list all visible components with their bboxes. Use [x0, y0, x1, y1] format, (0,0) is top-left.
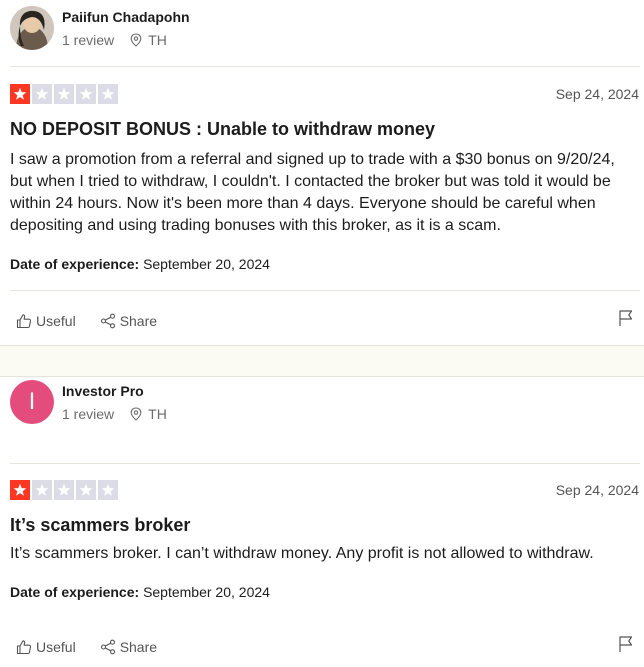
thumbs-up-icon: [16, 639, 32, 654]
review-card: Paiifun Chadapohn 1 review TH Sep 24, 20…: [0, 0, 644, 345]
share-button[interactable]: Share: [94, 309, 163, 333]
report-flag-button[interactable]: [618, 305, 634, 336]
review-date: Sep 24, 2024: [555, 86, 639, 102]
consumer-review-count: 1 review: [62, 406, 115, 422]
consumer-info: Paiifun Chadapohn 1 review TH: [10, 6, 190, 50]
date-of-experience: Date of experience: September 20, 2024: [10, 584, 270, 600]
divider: [10, 66, 640, 67]
review-actions: Useful Share: [10, 305, 634, 336]
thumbs-up-icon: [16, 313, 32, 328]
flag-icon: [619, 310, 633, 326]
share-label: Share: [119, 312, 158, 329]
review-date: Sep 24, 2024: [555, 482, 639, 498]
useful-label: Useful: [36, 638, 76, 655]
experience-date: September 20, 2024: [143, 584, 270, 600]
share-icon: [100, 313, 115, 328]
star-icon: [98, 84, 118, 104]
review-title[interactable]: It’s scammers broker: [10, 515, 190, 536]
star-icon: [32, 84, 52, 104]
star-rating: [10, 480, 118, 500]
experience-label: Date of experience:: [10, 256, 140, 272]
star-icon: [32, 480, 52, 500]
date-of-experience: Date of experience: September 20, 2024: [10, 256, 270, 272]
experience-date: September 20, 2024: [143, 256, 270, 272]
star-rating: [10, 84, 118, 104]
useful-button[interactable]: Useful: [10, 635, 82, 659]
star-icon: [10, 480, 30, 500]
share-button[interactable]: Share: [94, 635, 163, 659]
review-card: I Investor Pro 1 review TH Sep 24, 2024: [0, 377, 644, 667]
star-icon: [54, 480, 74, 500]
avatar-initial: I: [28, 389, 36, 415]
avatar-photo-icon: [10, 6, 54, 50]
star-icon: [10, 84, 30, 104]
divider: [10, 463, 640, 464]
consumer-country: TH: [148, 406, 167, 422]
consumer-location: TH: [130, 406, 167, 422]
useful-label: Useful: [36, 312, 76, 329]
divider: [10, 290, 640, 291]
consumer-country: TH: [148, 32, 167, 48]
consumer-info: I Investor Pro 1 review TH: [10, 380, 167, 424]
review-separator: [0, 345, 644, 377]
location-pin-icon: [130, 407, 142, 421]
consumer-avatar[interactable]: I: [10, 380, 54, 424]
consumer-avatar[interactable]: [10, 6, 54, 50]
flag-icon: [619, 636, 633, 652]
consumer-name[interactable]: Paiifun Chadapohn: [62, 8, 190, 26]
useful-button[interactable]: Useful: [10, 309, 82, 333]
consumer-name[interactable]: Investor Pro: [62, 382, 167, 400]
consumer-review-count: 1 review: [62, 32, 115, 48]
share-icon: [100, 639, 115, 654]
review-text: I saw a promotion from a referral and si…: [10, 151, 615, 234]
star-icon: [76, 480, 96, 500]
consumer-location: TH: [130, 32, 167, 48]
review-title[interactable]: NO DEPOSIT BONUS : Unable to withdraw mo…: [10, 119, 435, 140]
star-icon: [76, 84, 96, 104]
star-icon: [54, 84, 74, 104]
review-text: It’s scammers broker. I can’t withdraw m…: [10, 545, 594, 562]
experience-label: Date of experience:: [10, 584, 140, 600]
review-actions: Useful Share: [10, 631, 634, 662]
star-icon: [98, 480, 118, 500]
share-label: Share: [119, 638, 158, 655]
report-flag-button[interactable]: [618, 631, 634, 662]
location-pin-icon: [130, 33, 142, 47]
